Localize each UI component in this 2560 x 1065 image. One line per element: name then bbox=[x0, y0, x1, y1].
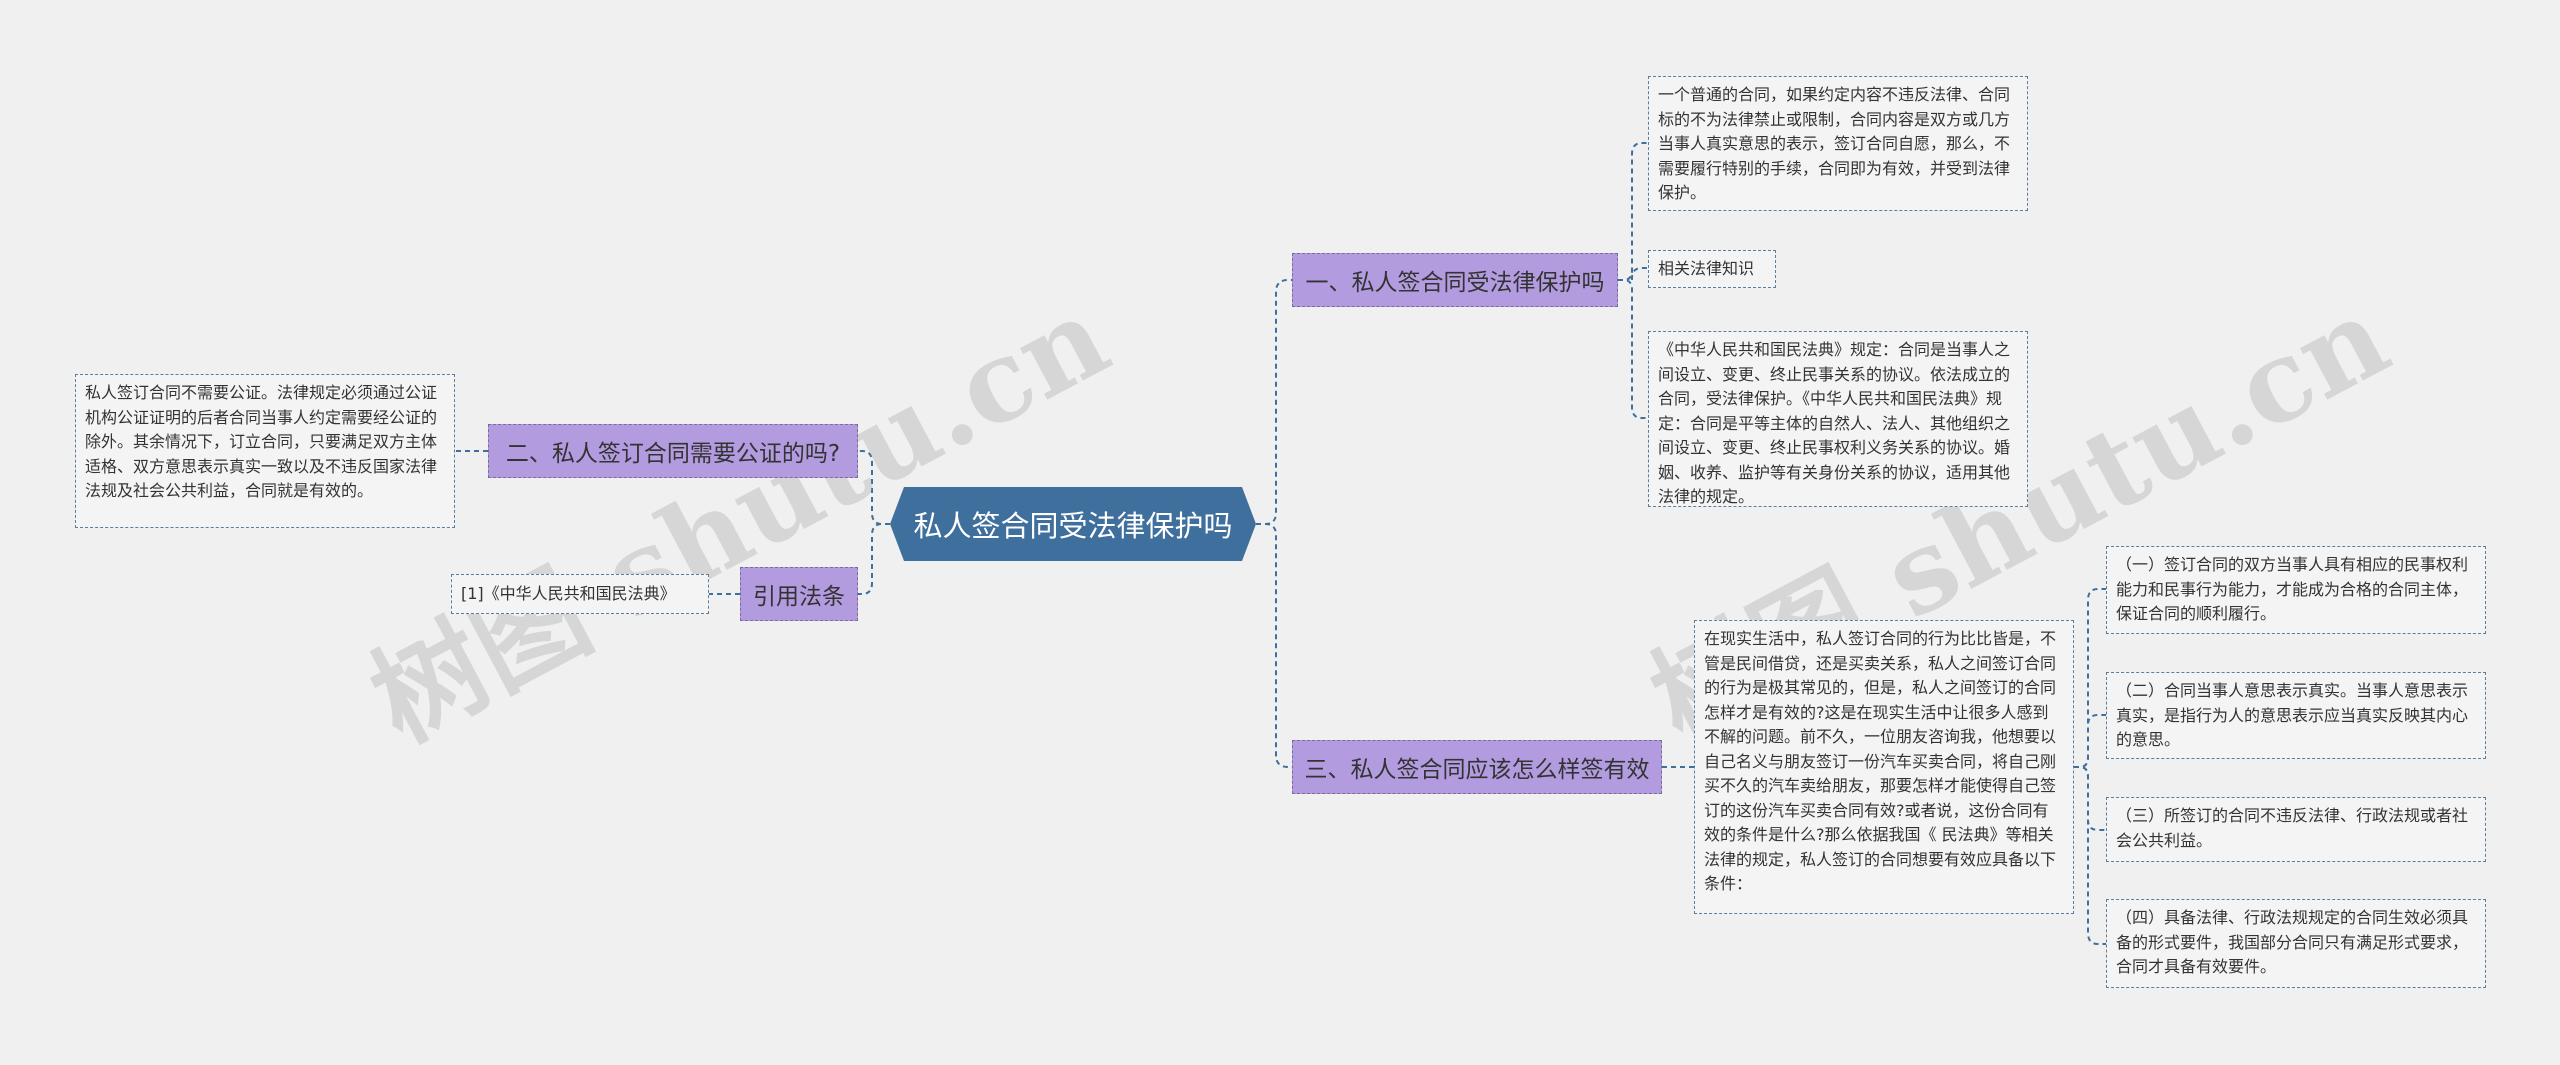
edge-sub-2 bbox=[2074, 714, 2106, 768]
leaf-civil-code-provision[interactable]: 《中华人民共和国民法典》规定：合同是当事人之间设立、变更、终止民事关系的协议。依… bbox=[1648, 331, 2028, 507]
leaf-related-knowledge[interactable]: 相关法律知识 bbox=[1648, 250, 1776, 288]
edge-sub-3 bbox=[2074, 766, 2106, 831]
leaf-valid-contract[interactable]: 一个普通的合同，如果约定内容不违反法律、合同标的不为法律禁止或限制，合同内容是双… bbox=[1648, 76, 2028, 211]
branch-node-cited-laws[interactable]: 引用法条 bbox=[740, 567, 858, 621]
edge-sub-1 bbox=[2074, 588, 2106, 768]
edge-b1-leaf3 bbox=[1618, 279, 1648, 419]
leaf-condition-3[interactable]: （三）所签订的合同不违反法律、行政法规或者社会公共利益。 bbox=[2106, 797, 2486, 862]
mind-map-canvas: 树图 shutu.cn 树图 shutu.cn 私人签合同受法律保护吗 一、私人… bbox=[0, 0, 2560, 1065]
leaf-condition-4[interactable]: （四）具备法律、行政法规规定的合同生效必须具备的形式要件，我国部分合同只有满足形… bbox=[2106, 899, 2486, 988]
edge-sub-4 bbox=[2074, 766, 2106, 945]
edge-root-b3 bbox=[1256, 523, 1292, 768]
leaf-civil-code-citation[interactable]: [1]《中华人民共和国民法典》 bbox=[451, 574, 709, 614]
edge-b1-leaf1 bbox=[1618, 142, 1648, 281]
branch-node-how-to-sign[interactable]: 三、私人签合同应该怎么样签有效 bbox=[1292, 740, 1662, 794]
leaf-condition-1[interactable]: （一）签订合同的双方当事人具有相应的民事权利能力和民事行为能力，才能成为合格的合… bbox=[2106, 546, 2486, 634]
leaf-condition-2[interactable]: （二）合同当事人意思表示真实。当事人意思表示真实，是指行为人的意思表示应当真实反… bbox=[2106, 672, 2486, 759]
root-node[interactable]: 私人签合同受法律保护吗 bbox=[890, 487, 1256, 561]
edge-root-b2 bbox=[858, 450, 890, 525]
leaf-no-notary-needed[interactable]: 私人签订合同不需要公证。法律规定必须通过公证机构公证证明的后者合同当事人约定需要… bbox=[75, 374, 455, 528]
branch-node-notarization[interactable]: 二、私人签订合同需要公证的吗? bbox=[488, 424, 858, 478]
branch-node-legal-protection[interactable]: 一、私人签合同受法律保护吗 bbox=[1292, 253, 1618, 307]
edge-root-b1 bbox=[1256, 279, 1292, 525]
edge-root-b4 bbox=[858, 523, 890, 595]
leaf-real-life-case[interactable]: 在现实生活中，私人签订合同的行为比比皆是，不管是民间借贷，还是买卖关系，私人之间… bbox=[1694, 620, 2074, 914]
